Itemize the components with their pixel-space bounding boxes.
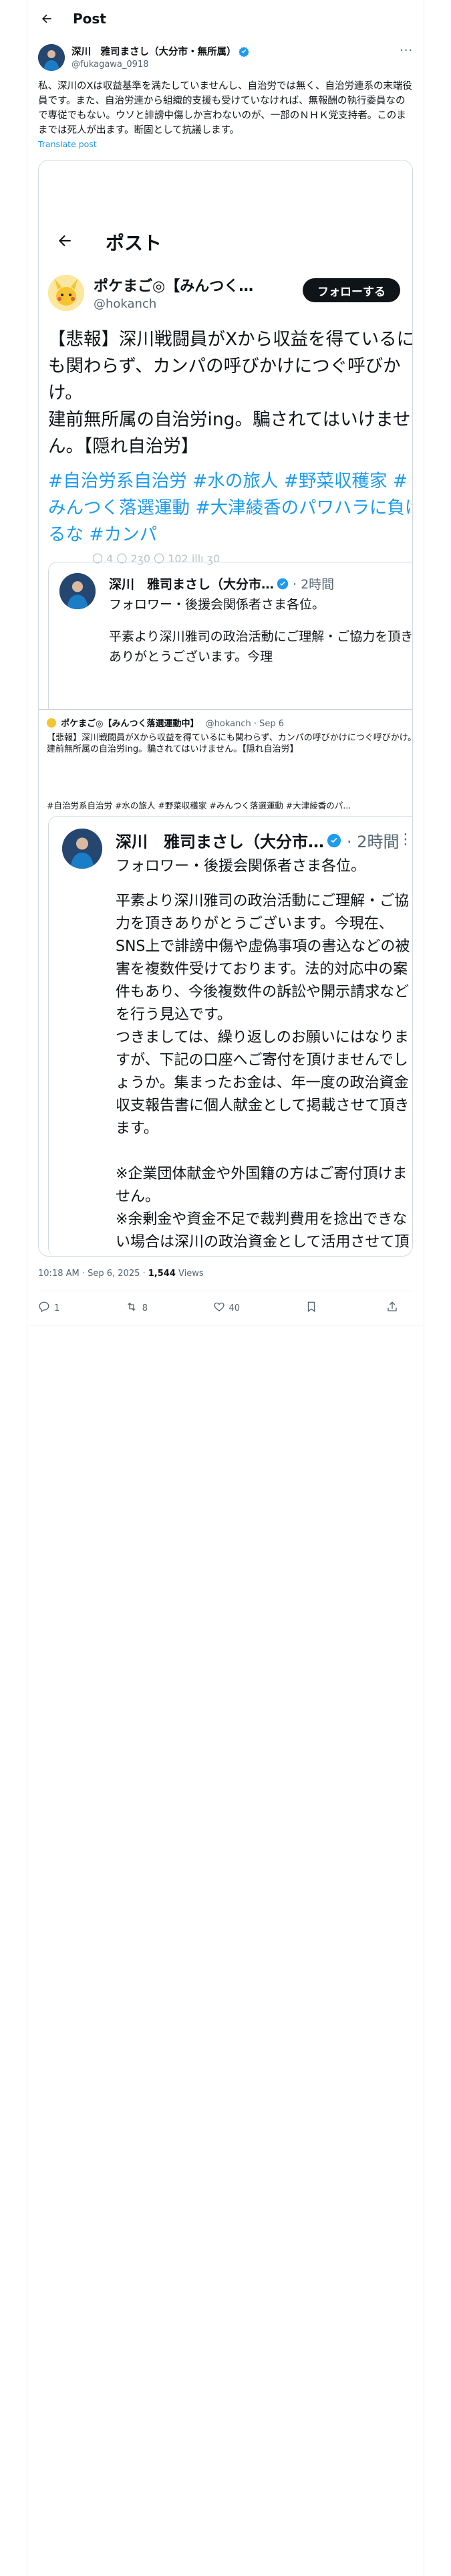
author-handle[interactable]: @fukagawa_0918 [71, 60, 249, 70]
like-button[interactable]: 40 [213, 1301, 241, 1315]
quoted-avatar [59, 573, 96, 609]
heart-icon [213, 1301, 229, 1315]
back-arrow-icon[interactable] [39, 11, 54, 26]
poster-name: ポケまご◎【みんつく… [94, 278, 254, 295]
inner-avatar [62, 829, 102, 869]
more-options-icon: ⋮ [408, 278, 412, 293]
top-bar: Post [27, 0, 424, 37]
share-button[interactable] [386, 1301, 402, 1315]
follow-button: フォローする [303, 278, 400, 302]
reply-icon [38, 1301, 54, 1315]
reply-button[interactable]: 1 [38, 1301, 59, 1315]
verified-badge-icon [238, 46, 249, 57]
more-options-icon[interactable]: ··· [400, 45, 413, 60]
meta-name: ポケまご◎【みんつく落選運動中】 [61, 719, 199, 729]
poster-avatar [48, 274, 84, 311]
meta-text: 【悲報】深川戦闘員がXから収益を得ているにも関わらず、カンパの呼びかけにつぐ呼び… [47, 733, 413, 754]
meta-hashtags: #自治労系自治労 #水の旅人 #野菜収穫家 #みんつく落選運動 #大津綾香のパ.… [47, 800, 351, 811]
screenshot-quoted-post: ポスト ポケまご◎【みんつく… @hokanch フォローする 【悲報】深川戦闘… [39, 160, 413, 709]
screenshot-bar-title: ポスト [106, 232, 162, 254]
repost-count: 8 [142, 1303, 148, 1313]
repost-icon [125, 1301, 142, 1315]
screenshot-post-text: 【悲報】深川戦闘員がXから収益を得ているにも関わらず、カンパの呼びかけにつぐ呼び… [48, 329, 413, 457]
tweet-text: 私、深川のXは収益基準を満たしていませんし、自治労では無く、自治労連系の末端役員… [38, 81, 413, 136]
inner-name: 深川 雅司まさし（大分市… [116, 833, 324, 851]
quoted-name: 深川 雅司まさし（大分市… [109, 577, 275, 592]
repost-button[interactable]: 8 [125, 1301, 148, 1315]
bookmark-icon [305, 1301, 321, 1315]
bookmark-button[interactable] [305, 1301, 321, 1315]
meta-handle: @hokanch · Sep 6 [205, 719, 285, 729]
action-bar: 1 8 40 [27, 1291, 424, 1315]
screenshot-hashtags: #自治労系自治労 #水の旅人 #野菜収穫家 #みんつく落選運動 #大津綾香のパワ… [48, 471, 413, 545]
screenshot-inner-post: 深川 雅司まさし（大分市… · 2時間 ⋮ フォロワー・後援会関係者さま各位。 … [48, 816, 413, 1256]
like-count: 40 [229, 1303, 241, 1313]
post-column: Post 深川 雅司まさし（大分市・無所属） @fukagawa_0918 ··… [27, 0, 424, 2576]
back-arrow-icon [56, 232, 73, 252]
inner-subtitle: フォロワー・後援会関係者さま各位。 [116, 858, 366, 875]
poster-handle: @hokanch [94, 297, 157, 311]
reply-count: 1 [54, 1303, 60, 1313]
page-title: Post [73, 11, 106, 27]
screenshot-quoted-card: 深川 雅司まさし（大分市… · 2時間 フォロワー・後援会関係者さま各位。 平素… [48, 562, 413, 709]
quoted-subtitle: フォロワー・後援会関係者さま各位。 [109, 597, 325, 612]
translate-post-link[interactable]: Translate post [27, 138, 424, 149]
inner-body: 平素より深川雅司の政治活動にご理解・ご協力を頂きありがとうございます。今現在、S… [116, 893, 410, 1251]
post-timestamp: 10:18 AM · Sep 6, 2025 · 1,544 Views [27, 1257, 424, 1279]
verified-badge-icon [277, 578, 289, 590]
views-label: Views [175, 1269, 204, 1279]
more-options-icon: ⋮ [398, 831, 413, 848]
meta-avatar-icon [47, 718, 56, 728]
verified-badge-icon [327, 833, 341, 848]
quoted-body: 平素より深川雅司の政治活動にご理解・ご協力を頂きありがとうございます。今理 [109, 629, 413, 664]
author-name[interactable]: 深川 雅司まさし（大分市・無所属） [71, 44, 237, 58]
author-row: 深川 雅司まさし（大分市・無所属） @fukagawa_0918 ··· [27, 37, 424, 71]
views-count: 1,544 [148, 1269, 176, 1279]
inner-time: · 2時間 [347, 833, 400, 851]
share-icon [386, 1301, 402, 1315]
quoted-time: · 2時間 [293, 577, 335, 592]
author-avatar[interactable] [38, 44, 65, 71]
post-time[interactable]: 10:18 AM · Sep 6, 2025 · [38, 1269, 148, 1279]
attached-image[interactable]: ポスト ポケまご◎【みんつく… @hokanch フォローする 【悲報】深川戦闘… [38, 160, 413, 1257]
screenshot-original-post: ポケまご◎【みんつく落選運動中】 @hokanch · Sep 6 【悲報】深川… [39, 709, 413, 1256]
